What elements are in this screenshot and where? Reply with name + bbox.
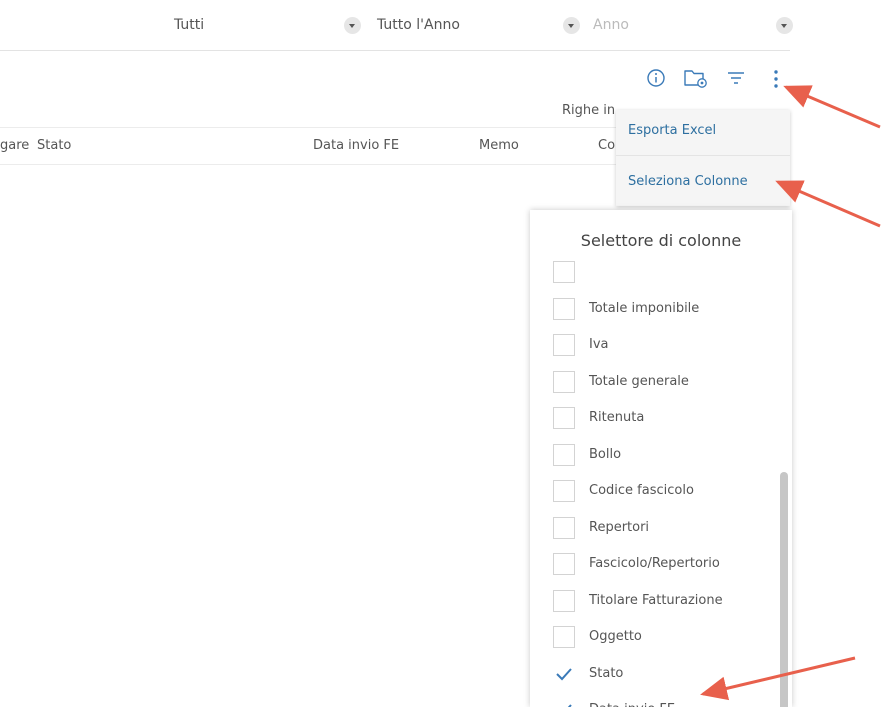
annotation-arrows: [700, 85, 881, 701]
annotation-arrow: [783, 85, 881, 129]
annotation-arrow: [700, 656, 856, 701]
annotation-arrow: [775, 180, 881, 228]
